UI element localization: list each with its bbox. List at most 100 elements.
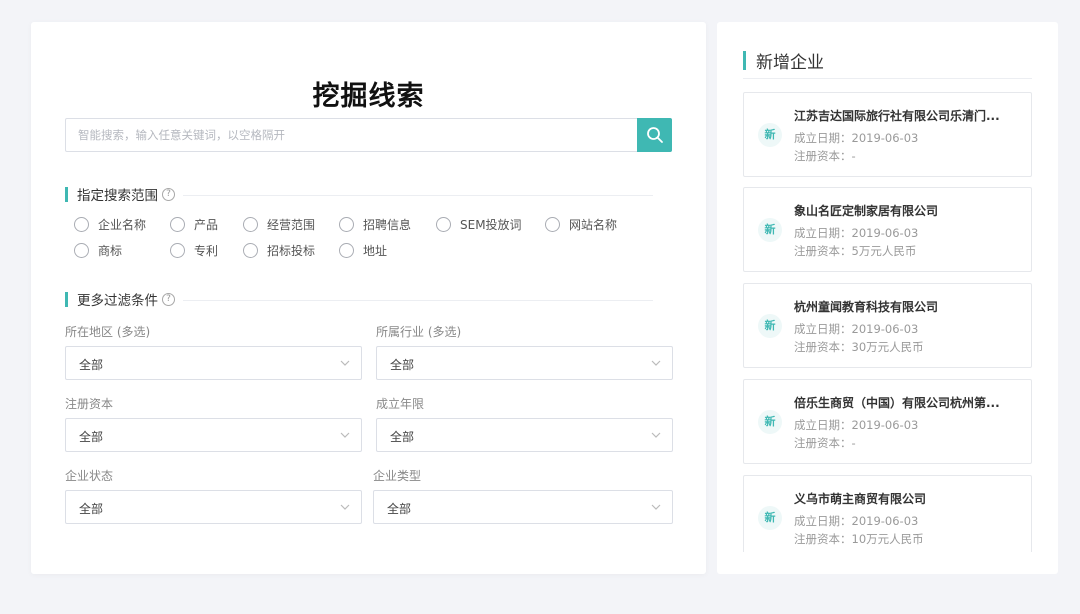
company-founded-date: 成立日期：2019-06-03 [794, 226, 919, 240]
radio-button[interactable] [243, 216, 258, 232]
company-founded-date: 成立日期：2019-06-03 [794, 322, 919, 336]
capital-filter-label: 注册资本 [65, 397, 114, 411]
radio-button[interactable] [74, 242, 89, 258]
company-card[interactable]: 新 杭州童闻教育科技有限公司 成立日期：2019-06-03 注册资本：30万元… [743, 283, 1032, 368]
section-accent-bar [65, 291, 68, 307]
company-card[interactable]: 新 象山名匠定制家居有限公司 成立日期：2019-06-03 注册资本：5万元人… [743, 187, 1032, 272]
chevron-down-icon [340, 360, 350, 366]
filter-section-header: 更多过滤条件 ? [65, 290, 175, 309]
clue-search-panel: 挖掘线索 指定搜索范围 ? 企业名称 产品 经营范围 招聘信息 SEM投放词 [31, 22, 706, 574]
new-companies-header: 新增企业 [743, 48, 824, 73]
radio-button[interactable] [339, 242, 354, 258]
scope-option-trademark[interactable]: 商标 [74, 241, 122, 259]
scope-option-label: 网站名称 [569, 217, 618, 232]
years-select[interactable]: 全部 [376, 418, 673, 452]
section-accent-bar [65, 186, 68, 202]
company-card[interactable]: 新 倍乐生商贸（中国）有限公司杭州第... 成立日期：2019-06-03 注册… [743, 379, 1032, 464]
search-button[interactable] [637, 118, 672, 152]
capital-select[interactable]: 全部 [65, 418, 362, 452]
section-accent-bar [743, 51, 746, 70]
scope-option-recruitment[interactable]: 招聘信息 [339, 215, 411, 233]
select-value: 全部 [387, 502, 412, 516]
company-registered-capital: 注册资本：- [794, 149, 856, 163]
radio-button[interactable] [545, 216, 560, 232]
scope-option-label: 招聘信息 [363, 217, 412, 232]
company-founded-date: 成立日期：2019-06-03 [794, 131, 919, 145]
new-companies-title: 新增企业 [756, 53, 824, 73]
region-select[interactable]: 全部 [65, 346, 362, 380]
search-icon [646, 127, 663, 143]
type-filter-label: 企业类型 [373, 469, 422, 483]
select-value: 全部 [79, 358, 104, 372]
company-name[interactable]: 义乌市萌主商贸有限公司 [794, 490, 1024, 507]
page-title: 挖掘线索 [312, 81, 425, 112]
new-companies-panel: 新增企业 新 江苏吉达国际旅行社有限公司乐清门... 成立日期：2019-06-… [717, 22, 1058, 574]
chevron-down-icon [340, 504, 350, 510]
new-companies-list[interactable]: 新 江苏吉达国际旅行社有限公司乐清门... 成立日期：2019-06-03 注册… [743, 92, 1032, 552]
section-divider [183, 195, 653, 196]
company-name[interactable]: 杭州童闻教育科技有限公司 [794, 298, 1024, 315]
company-registered-capital: 注册资本：5万元人民币 [794, 244, 917, 258]
new-badge: 新 [758, 314, 782, 338]
company-founded-date: 成立日期：2019-06-03 [794, 514, 919, 528]
scope-option-label: 产品 [194, 217, 219, 232]
scope-option-patent[interactable]: 专利 [170, 241, 218, 259]
select-value: 全部 [390, 430, 415, 444]
radio-button[interactable] [436, 216, 451, 232]
radio-button[interactable] [74, 216, 89, 232]
scope-option-sem-keywords[interactable]: SEM投放词 [436, 215, 522, 233]
new-badge: 新 [758, 218, 782, 242]
scope-option-product[interactable]: 产品 [170, 215, 218, 233]
search-input[interactable] [66, 119, 638, 151]
scope-option-website-name[interactable]: 网站名称 [545, 215, 617, 233]
filter-section-title: 更多过滤条件 [77, 293, 158, 309]
question-circle-icon[interactable]: ? [162, 292, 175, 306]
chevron-down-icon [651, 360, 661, 366]
company-card[interactable]: 新 义乌市萌主商贸有限公司 成立日期：2019-06-03 注册资本：10万元人… [743, 475, 1032, 552]
industry-select[interactable]: 全部 [376, 346, 673, 380]
radio-button[interactable] [339, 216, 354, 232]
company-name[interactable]: 倍乐生商贸（中国）有限公司杭州第... [794, 394, 1024, 411]
scope-option-label: SEM投放词 [460, 217, 522, 232]
scope-option-label: 专利 [194, 243, 219, 258]
scope-option-bidding[interactable]: 招标投标 [243, 241, 315, 259]
status-filter-label: 企业状态 [65, 469, 114, 483]
select-value: 全部 [390, 358, 415, 372]
chevron-down-icon [651, 432, 661, 438]
scope-section-title: 指定搜索范围 [77, 188, 158, 204]
company-card[interactable]: 新 江苏吉达国际旅行社有限公司乐清门... 成立日期：2019-06-03 注册… [743, 92, 1032, 177]
select-value: 全部 [79, 502, 104, 516]
company-name[interactable]: 象山名匠定制家居有限公司 [794, 202, 1024, 219]
chevron-down-icon [651, 504, 661, 510]
scope-option-label: 经营范围 [267, 217, 316, 232]
company-founded-date: 成立日期：2019-06-03 [794, 418, 919, 432]
select-value: 全部 [79, 430, 104, 444]
new-badge: 新 [758, 410, 782, 434]
radio-button[interactable] [170, 216, 185, 232]
new-badge: 新 [758, 506, 782, 530]
new-badge: 新 [758, 123, 782, 147]
scope-option-company-name[interactable]: 企业名称 [74, 215, 146, 233]
status-select[interactable]: 全部 [65, 490, 362, 524]
section-divider [183, 300, 653, 301]
region-filter-label: 所在地区 (多选) [65, 325, 151, 339]
search-box [65, 118, 672, 152]
scope-option-business-scope[interactable]: 经营范围 [243, 215, 315, 233]
scope-option-label: 地址 [363, 243, 388, 258]
company-registered-capital: 注册资本：30万元人民币 [794, 340, 924, 354]
company-name[interactable]: 江苏吉达国际旅行社有限公司乐清门... [794, 107, 1024, 124]
question-circle-icon[interactable]: ? [162, 187, 175, 201]
scope-option-label: 招标投标 [267, 243, 316, 258]
years-filter-label: 成立年限 [376, 397, 425, 411]
radio-button[interactable] [170, 242, 185, 258]
type-select[interactable]: 全部 [373, 490, 673, 524]
industry-filter-label: 所属行业 (多选) [376, 325, 462, 339]
scope-option-address[interactable]: 地址 [339, 241, 387, 259]
scope-option-label: 商标 [98, 243, 123, 258]
section-divider [743, 78, 1032, 79]
radio-button[interactable] [243, 242, 258, 258]
company-registered-capital: 注册资本：10万元人民币 [794, 532, 924, 546]
company-registered-capital: 注册资本：- [794, 436, 856, 450]
scope-option-label: 企业名称 [98, 217, 147, 232]
scope-section-header: 指定搜索范围 ? [65, 185, 175, 204]
